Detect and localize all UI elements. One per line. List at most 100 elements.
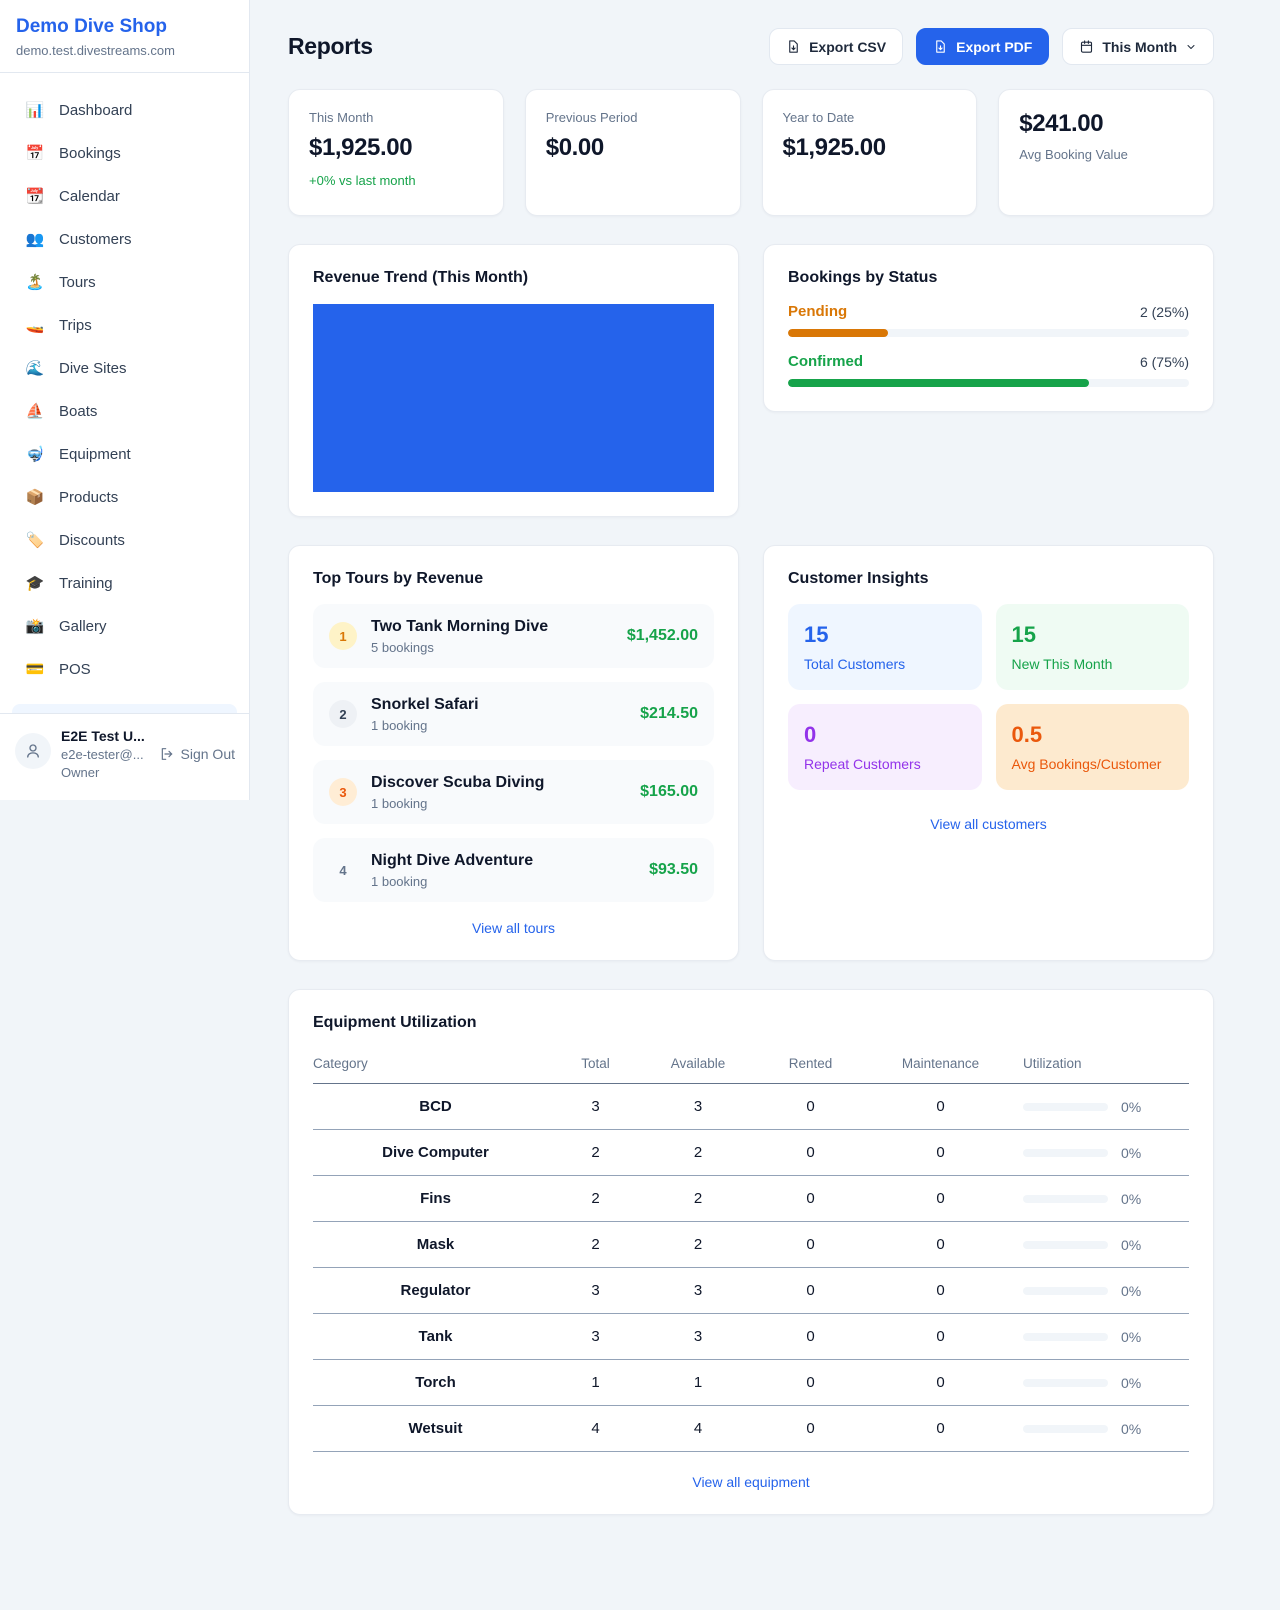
tour-row[interactable]: 2 Snorkel Safari 1 booking $214.50 xyxy=(313,682,714,746)
equipment-maintenance: 0 xyxy=(858,1360,1023,1406)
equipment-category: Mask xyxy=(313,1222,558,1268)
equipment-maintenance: 0 xyxy=(858,1130,1023,1176)
sidebar-nav-item[interactable]: 📊 Dashboard xyxy=(12,93,237,127)
sidebar-nav-item[interactable]: 👥 Customers xyxy=(12,222,237,256)
stat-value: $1,925.00 xyxy=(783,134,957,162)
equipment-total: 3 xyxy=(558,1268,633,1314)
insights-grid: 15 Total Customers 15 New This Month 0 R… xyxy=(788,604,1189,790)
sidebar-nav-item-label: Boats xyxy=(59,403,97,420)
export-csv-button[interactable]: Export CSV xyxy=(769,28,903,65)
insight-label: Repeat Customers xyxy=(804,756,966,772)
period-dropdown[interactable]: This Month xyxy=(1062,28,1214,65)
revenue-trend-card: Revenue Trend (This Month) xyxy=(288,244,739,517)
stat-label: Year to Date xyxy=(783,110,957,125)
sidebar-nav-item[interactable]: 🎓 Training xyxy=(12,566,237,600)
sign-out-button[interactable]: Sign Out xyxy=(159,746,235,762)
rank-badge: 3 xyxy=(329,778,357,806)
sidebar-nav-item[interactable]: 💳 POS xyxy=(12,652,237,686)
sidebar-nav-item[interactable]: 📦 Products xyxy=(12,480,237,514)
sidebar-nav-item[interactable]: 📅 Bookings xyxy=(12,136,237,170)
stat-value: $1,925.00 xyxy=(309,134,483,162)
top-tours-title: Top Tours by Revenue xyxy=(313,570,714,588)
charts-band: Revenue Trend (This Month) Bookings by S… xyxy=(288,244,1214,517)
equipment-available: 2 xyxy=(633,1222,763,1268)
sidebar-nav-item-label: Trips xyxy=(59,317,92,334)
col-header-total: Total xyxy=(558,1048,633,1084)
equipment-total: 1 xyxy=(558,1360,633,1406)
user-role: Owner xyxy=(61,765,145,780)
equipment-rented: 0 xyxy=(763,1360,858,1406)
sidebar-nav-item[interactable]: ⛵ Boats xyxy=(12,394,237,428)
sign-out-label: Sign Out xyxy=(181,746,235,762)
tours-list: 1 Two Tank Morning Dive 5 bookings $1,45… xyxy=(313,604,714,902)
status-row: Confirmed 6 (75%) xyxy=(788,353,1189,387)
equipment-maintenance: 0 xyxy=(858,1222,1023,1268)
sidebar-nav-item[interactable]: 🚤 Trips xyxy=(12,308,237,342)
people-icon: 👥 xyxy=(24,230,46,248)
credit-card-icon: 💳 xyxy=(24,660,46,678)
utilization-percent: 0% xyxy=(1121,1237,1141,1253)
sidebar-nav-item-label: Products xyxy=(59,489,118,506)
equipment-maintenance: 0 xyxy=(858,1268,1023,1314)
sidebar-nav-item-label: Discounts xyxy=(59,532,125,549)
col-header-available: Available xyxy=(633,1048,763,1084)
insight-tile: 15 Total Customers xyxy=(788,604,982,690)
sidebar-nav-item[interactable]: 📆 Calendar xyxy=(12,179,237,213)
view-all-customers-link[interactable]: View all customers xyxy=(788,816,1189,832)
rank-badge: 4 xyxy=(329,856,357,884)
rank-badge: 1 xyxy=(329,622,357,650)
sidebar-nav-item[interactable]: 🏷️ Discounts xyxy=(12,523,237,557)
island-icon: 🏝️ xyxy=(24,273,46,291)
sidebar-nav-item-label: Gallery xyxy=(59,618,107,635)
insights-band: Top Tours by Revenue 1 Two Tank Morning … xyxy=(288,545,1214,961)
view-all-equipment-link[interactable]: View all equipment xyxy=(313,1474,1189,1490)
equipment-row: Dive Computer 2 2 0 0 0% xyxy=(313,1130,1189,1176)
insight-label: Total Customers xyxy=(804,656,966,672)
equipment-total: 2 xyxy=(558,1176,633,1222)
revenue-trend-bar xyxy=(313,304,714,492)
utilization-percent: 0% xyxy=(1121,1191,1141,1207)
utilization-percent: 0% xyxy=(1121,1421,1141,1437)
tour-row[interactable]: 1 Two Tank Morning Dive 5 bookings $1,45… xyxy=(313,604,714,668)
equipment-available: 3 xyxy=(633,1268,763,1314)
status-list: Pending 2 (25%) Confirmed 6 (75%) xyxy=(788,303,1189,387)
sidebar-nav-item[interactable]: 🏝️ Tours xyxy=(12,265,237,299)
revenue-trend-title: Revenue Trend (This Month) xyxy=(313,269,714,287)
file-download-icon xyxy=(933,39,948,54)
sidebar-nav-item[interactable]: 🤿 Equipment xyxy=(12,437,237,471)
equipment-available: 1 xyxy=(633,1360,763,1406)
equipment-rented: 0 xyxy=(763,1222,858,1268)
main-content: Reports Export CSV Export PDF This Month… xyxy=(250,0,1280,1515)
chevron-down-icon xyxy=(1185,41,1197,53)
status-count: 2 (25%) xyxy=(1140,304,1189,320)
sidebar-nav-item[interactable]: 📸 Gallery xyxy=(12,609,237,643)
view-all-tours-link[interactable]: View all tours xyxy=(313,920,714,936)
insight-tile: 0.5 Avg Bookings/Customer xyxy=(996,704,1190,790)
sidebar-nav-item-label: Tours xyxy=(59,274,96,291)
sidebar-nav-item-label: Dashboard xyxy=(59,102,132,119)
status-progress-fill xyxy=(788,379,1089,387)
tour-name: Snorkel Safari xyxy=(371,696,479,714)
sidebar-nav-item[interactable]: 🌊 Dive Sites xyxy=(12,351,237,385)
calendar-outline-icon xyxy=(1079,39,1094,54)
sidebar-header: Demo Dive Shop demo.test.divestreams.com xyxy=(0,0,249,73)
export-pdf-button[interactable]: Export PDF xyxy=(916,28,1049,65)
utilization-percent: 0% xyxy=(1121,1329,1141,1345)
equipment-available: 3 xyxy=(633,1084,763,1130)
equipment-available: 3 xyxy=(633,1314,763,1360)
graduation-cap-icon: 🎓 xyxy=(24,574,46,592)
tour-row[interactable]: 4 Night Dive Adventure 1 booking $93.50 xyxy=(313,838,714,902)
nav-item-reports-active-partial[interactable] xyxy=(12,704,237,713)
equipment-rented: 0 xyxy=(763,1084,858,1130)
stat-value: $0.00 xyxy=(546,134,720,162)
insight-value: 0.5 xyxy=(1012,722,1174,748)
status-count: 6 (75%) xyxy=(1140,354,1189,370)
stat-card: Year to Date $1,925.00 xyxy=(762,89,978,216)
tour-row[interactable]: 3 Discover Scuba Diving 1 booking $165.0… xyxy=(313,760,714,824)
page-header: Reports Export CSV Export PDF This Month xyxy=(288,28,1214,65)
status-label: Confirmed xyxy=(788,353,863,370)
user-meta: E2E Test U... e2e-tester@... Owner xyxy=(61,726,145,780)
customer-insights-card: Customer Insights 15 Total Customers 15 … xyxy=(763,545,1214,961)
sidebar-nav: 📊 Dashboard 📅 Bookings 📆 Calendar 👥 Cust… xyxy=(0,73,249,686)
status-row: Pending 2 (25%) xyxy=(788,303,1189,337)
